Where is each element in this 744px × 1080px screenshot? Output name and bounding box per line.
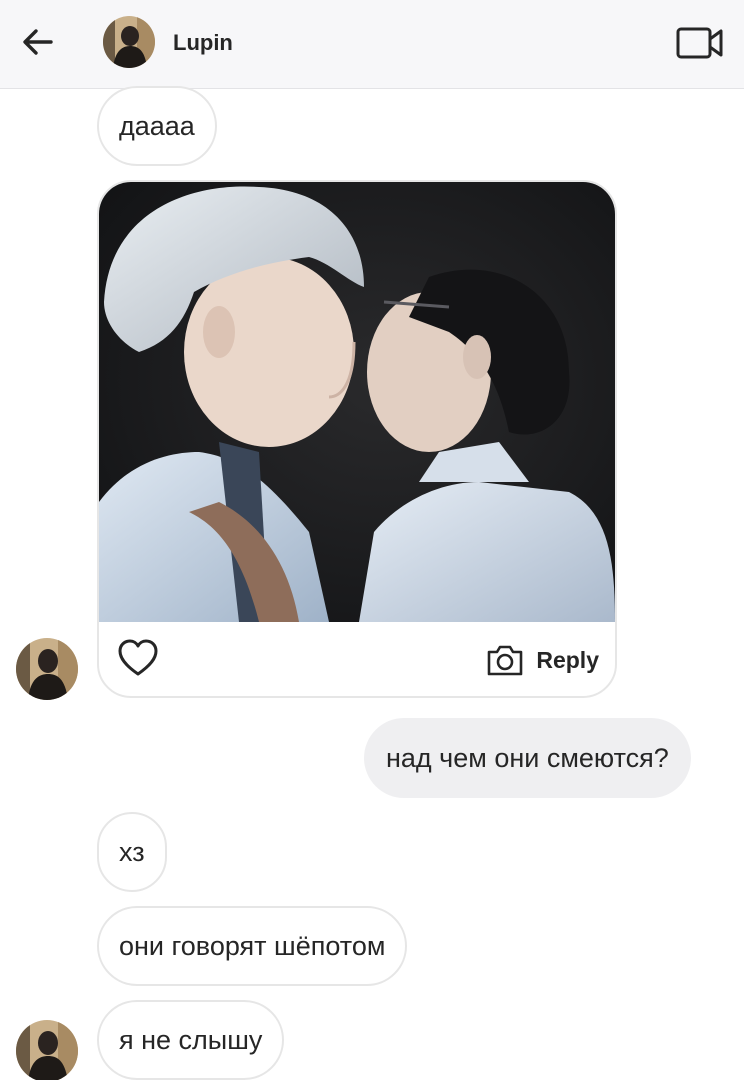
dm-conversation-screen: Lupin даааа Reply над чем они смеются? х… [0,0,744,1080]
reply-button[interactable]: Reply [486,640,599,680]
video-call-icon [676,27,723,59]
camera-icon [488,645,523,676]
shared-post-card[interactable]: Reply [97,180,617,698]
sender-avatar[interactable] [16,638,78,700]
like-button[interactable] [117,638,159,678]
incoming-message[interactable]: хз [97,812,167,892]
incoming-message[interactable]: даааа [97,86,217,166]
back-button[interactable] [14,18,62,66]
message-text: хз [119,836,145,867]
contact-avatar[interactable] [103,16,155,68]
conversation-header: Lupin [0,0,744,89]
shared-post-actions: Reply [99,622,615,696]
sender-avatar[interactable] [16,1020,78,1080]
message-text: даааа [119,110,195,141]
heart-icon [118,639,158,676]
reply-label: Reply [536,646,599,673]
incoming-message[interactable]: я не слышу [97,1000,285,1080]
arrow-left-icon [23,29,53,55]
message-text: я не слышу [119,1024,263,1055]
incoming-message[interactable]: они говорят шёпотом [97,906,408,986]
message-text: они говорят шёпотом [119,930,386,961]
shared-post-image[interactable] [99,182,615,622]
contact-name[interactable]: Lupin [173,30,233,56]
outgoing-message[interactable]: над чем они смеются? [364,718,691,798]
video-call-button[interactable] [672,22,728,64]
message-text: над чем они смеются? [386,742,669,773]
